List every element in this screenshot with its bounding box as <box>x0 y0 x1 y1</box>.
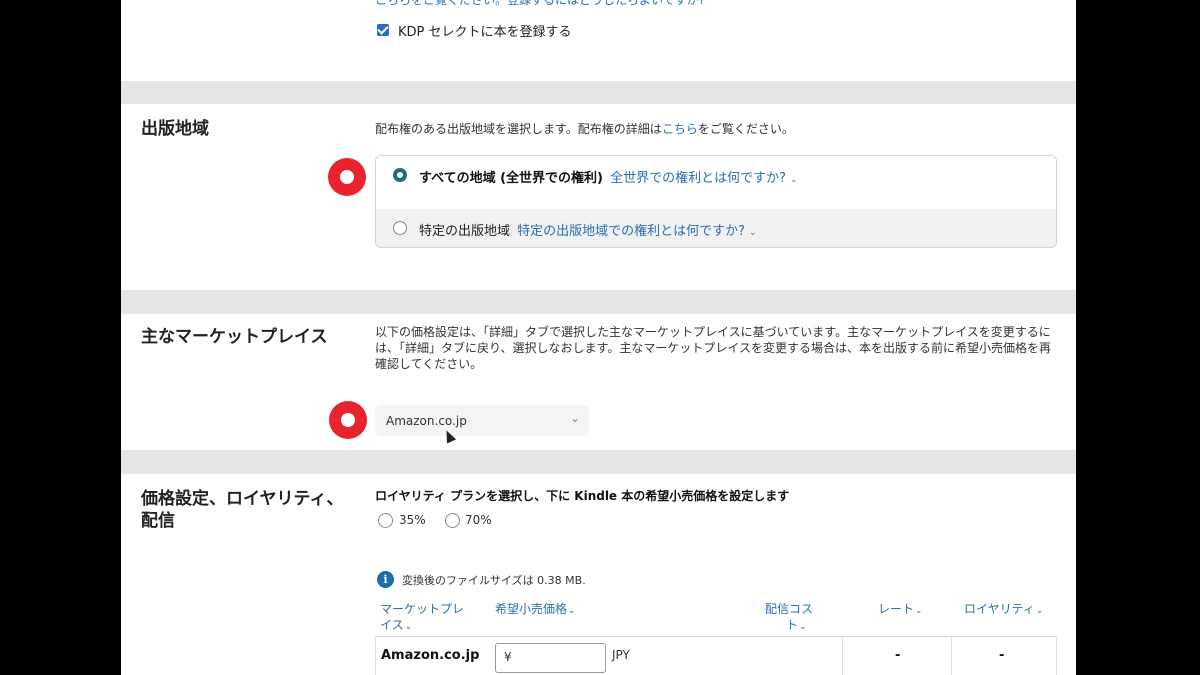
royalty-35-label: 35% <box>399 513 426 527</box>
territories-description: 配布権のある出版地域を選択します。配布権の詳細はこちらをご覧ください。 <box>375 120 794 137</box>
col-rate-label: レート <box>878 602 915 616</box>
section-divider <box>121 290 1076 314</box>
territories-title: 出版地域 <box>141 119 209 139</box>
col-marketplace-header[interactable]: マーケットプレ イス⌄ <box>380 601 464 635</box>
territories-desc-suffix: をご覧ください。 <box>697 122 794 136</box>
currency-prefix: ¥ <box>504 650 512 664</box>
kdp-select-label: KDP セレクトに本を登録する <box>398 25 572 40</box>
chevron-down-icon: ⌄ <box>749 228 757 238</box>
pricing-title-line2: 配信 <box>141 511 175 531</box>
chevron-down-icon: ⌄ <box>799 622 807 632</box>
royalty-70-radio[interactable] <box>445 513 460 528</box>
marketplace-selected-value: Amazon.co.jp <box>386 414 467 428</box>
row-rate: - <box>895 648 901 663</box>
chevron-down-icon: ⌄ <box>790 175 798 185</box>
cell-divider <box>842 637 843 675</box>
col-rate-header[interactable]: レート⌄ <box>878 601 923 619</box>
section-divider <box>121 81 1076 104</box>
royalty-heading: ロイヤリティ プランを選択し、下に Kindle 本の希望小売価格を設定します <box>375 489 790 503</box>
col-delivery-line2: ト <box>786 618 799 632</box>
territories-desc-prefix: 配布権のある出版地域を選択します。配布権の詳細は <box>375 122 662 136</box>
col-delivery-cost-header[interactable]: 配信コス ト⌄ <box>765 601 813 635</box>
cut-link-text[interactable]: こちらをご覧ください。登録するにはどうしたらよいですか? <box>375 0 705 8</box>
territory-all-help-link[interactable]: 全世界での権利とは何ですか? <box>610 171 786 186</box>
col-list-price-label: 希望小売価格 <box>495 602 568 616</box>
territories-options-box: すべての地域 (全世界での権利) 全世界での権利とは何ですか? ⌄ 特定の出版地域… <box>375 155 1057 248</box>
chevron-down-icon: ⌄ <box>1035 606 1044 616</box>
marketplace-select[interactable]: Amazon.co.jp ⌄ <box>375 405 589 436</box>
marketplace-description: 以下の価格設定は、「詳細」タブで選択した主なマーケットプレイスに基づいています。… <box>375 325 1051 371</box>
col-royalty-label: ロイヤリティ <box>964 602 1035 616</box>
file-size-note: 変換後のファイルサイズは 0.38 MB. <box>402 574 586 587</box>
annotation-circle-marker <box>329 401 367 439</box>
territory-option-all[interactable]: すべての地域 (全世界での権利) 全世界での権利とは何ですか? ⌄ <box>376 156 1056 210</box>
territory-specific-help-link[interactable]: 特定の出版地域での権利とは何ですか? <box>517 224 745 239</box>
kdp-select-checkbox[interactable] <box>377 24 389 36</box>
col-list-price-header[interactable]: 希望小売価格⌄ <box>495 601 576 619</box>
chevron-down-icon: ⌄ <box>569 411 580 425</box>
kdp-pricing-page: こちらをご覧ください。登録するにはどうしたらよいですか? KDP セレクトに本を… <box>121 0 1076 675</box>
row-currency: JPY <box>612 648 630 662</box>
royalty-35-radio[interactable] <box>378 513 393 528</box>
territory-specific-label: 特定の出版地域 <box>419 224 511 239</box>
territories-details-link[interactable]: こちら <box>662 122 698 136</box>
territory-all-radio[interactable] <box>393 168 407 182</box>
col-royalty-header[interactable]: ロイヤリティ⌄ <box>964 601 1043 619</box>
col-delivery-line1: 配信コス <box>765 602 814 616</box>
chevron-down-icon: ⌄ <box>404 622 413 632</box>
row-marketplace: Amazon.co.jp <box>381 648 480 663</box>
territory-all-label: すべての地域 (全世界での権利) <box>419 171 603 186</box>
territory-specific-radio[interactable] <box>393 221 407 235</box>
info-icon: i <box>377 571 394 588</box>
territory-option-specific[interactable]: 特定の出版地域 特定の出版地域での権利とは何ですか? ⌄ <box>376 209 1056 247</box>
chevron-down-icon: ⌄ <box>568 606 576 616</box>
marketplace-title: 主なマーケットプレイス <box>141 327 328 347</box>
section-divider <box>121 450 1076 474</box>
table-row: Amazon.co.jp ¥ JPY - - <box>375 636 1057 675</box>
col-marketplace-line1: マーケットプレ <box>380 602 465 616</box>
annotation-circle-marker <box>328 158 366 196</box>
col-marketplace-line2: イス <box>380 618 404 632</box>
list-price-input[interactable]: ¥ <box>495 643 606 673</box>
royalty-70-label: 70% <box>465 513 492 527</box>
row-royalty: - <box>999 648 1005 663</box>
cell-divider <box>951 637 952 675</box>
chevron-down-icon: ⌄ <box>915 606 923 616</box>
